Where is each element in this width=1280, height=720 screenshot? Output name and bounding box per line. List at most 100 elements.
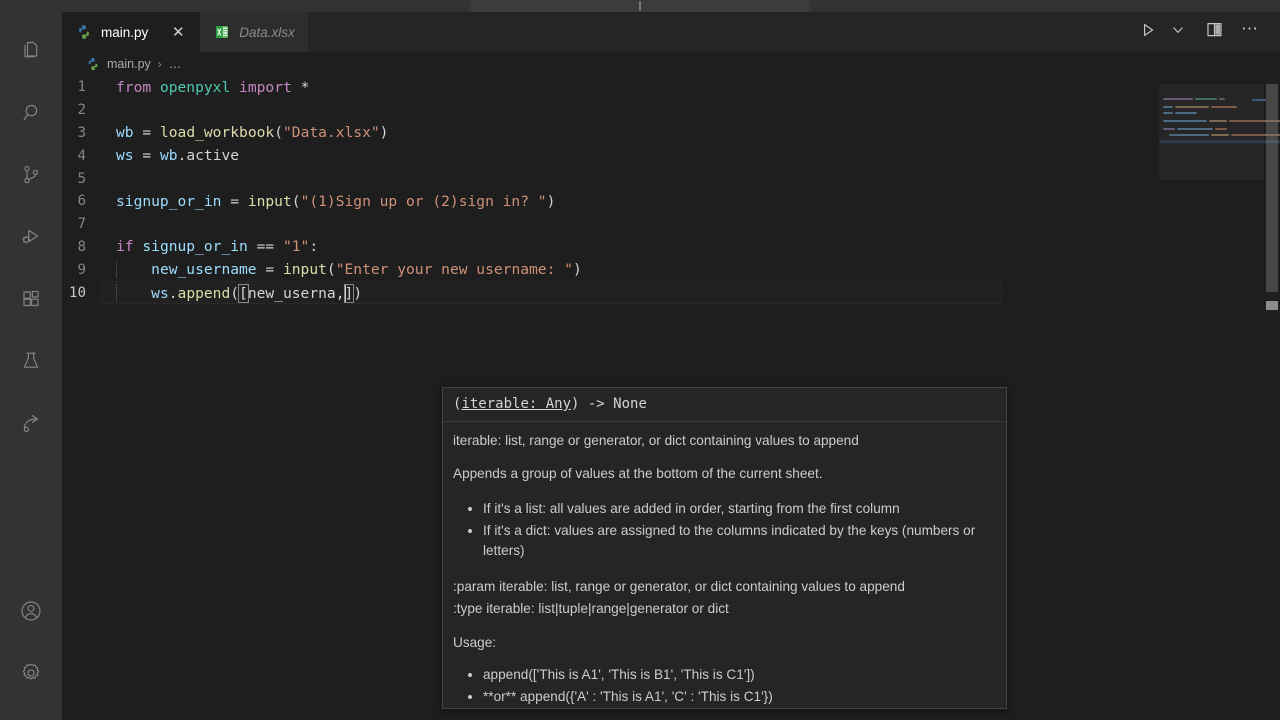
minimap-slider[interactable] [1159,84,1264,180]
code-token: ) [353,284,363,302]
more-actions-button[interactable]: ⋯ [1236,18,1264,46]
line-content[interactable]: signup_or_in = input("(1)Sign up or (2)s… [112,193,555,210]
code-line[interactable]: 6 signup_or_in = input("(1)Sign up or (2)… [62,190,1162,213]
code-token: wb [159,147,178,165]
chevron-down-icon [1170,22,1186,43]
search-icon [19,101,43,125]
hover-documentation: iterable: list, range or generator, or d… [443,422,1006,708]
code-line[interactable]: 2 [62,99,1162,122]
editor-vertical-scrollbar[interactable] [1264,76,1280,720]
line-number: 5 [77,170,86,187]
hover-param-block: :param iterable: list, range or generato… [453,576,996,620]
code-line[interactable]: 4 ws = wb.active [62,144,1162,167]
minimap-line [1175,106,1209,108]
hover-signature: (iterable: Any) -> None [443,388,1006,422]
hover-tooltip: (iterable: Any) -> None iterable: list, … [442,387,1007,709]
minimap-line [1163,98,1193,100]
code-token: signup_or_in [142,238,248,256]
code-token: ) [572,261,582,279]
code-token: ( [230,284,240,302]
sidebar-item-run-debug[interactable] [0,206,62,268]
minimap[interactable] [1159,76,1280,720]
hover-usage-label: Usage: [453,635,497,651]
minimap-line [1219,98,1225,100]
breadcrumb-separator: › [157,57,162,71]
minimap-line [1195,98,1217,100]
code-token: append [177,284,231,302]
line-number: 9 [77,261,86,278]
breadcrumb-overflow[interactable]: … [169,57,182,71]
code-editor[interactable]: 1 from openpyxl import * 2 3 wb = load_workb… [62,76,1280,720]
code-token: "(1)Sign up or (2)sign in? " [300,192,547,210]
sidebar-item-explorer[interactable] [0,20,62,82]
line-number: 10 [68,284,86,301]
minimap-line [1169,140,1203,142]
line-content[interactable]: ws = wb.active [112,147,239,164]
split-editor-button[interactable] [1200,18,1228,46]
breadcrumb: main.py › … [62,52,1280,76]
run-options-button[interactable] [1164,18,1192,46]
code-token: "Data.xlsx" [283,124,380,142]
hover-param-line: :param iterable: list, range or generato… [453,578,905,594]
code-line[interactable]: 8 if signup_or_in == "1": [62,236,1162,259]
line-content[interactable]: new_username = input("Enter your new use… [112,261,582,279]
tab-data-xlsx[interactable]: Data.xlsx [200,12,308,52]
files-icon [19,39,43,63]
code-line[interactable]: 5 [62,167,1162,190]
python-file-icon [86,57,100,71]
hover-type-line: :type iterable: list|tuple|range|generat… [453,600,729,616]
minimap-line [1163,120,1207,122]
line-content[interactable]: wb = load_workbook("Data.xlsx") [112,124,388,141]
sidebar-item-extensions[interactable] [0,268,62,330]
code-token: ) [379,124,389,142]
sidebar-item-source-control[interactable] [0,144,62,206]
line-number: 3 [77,124,86,141]
extensions-icon [19,287,43,311]
line-content[interactable]: from openpyxl import * [112,79,309,96]
code-token: input [282,261,327,279]
scrollbar-thumb[interactable] [1266,84,1278,292]
minimap-line [1163,106,1173,108]
run-python-file-button[interactable] [1134,18,1162,46]
share-arrow-icon [19,411,43,435]
code-token: "1" [282,238,310,256]
bracket-match: ] [343,283,355,303]
list-item: If it's a list: all values are added in … [483,499,996,519]
breadcrumb-file[interactable]: main.py [107,57,151,71]
code-line[interactable]: 7 [62,213,1162,236]
sidebar-item-remote[interactable] [0,392,62,454]
code-token: = [265,261,275,279]
line-number: 2 [77,102,86,119]
close-icon[interactable]: ✕ [169,23,187,41]
code-line[interactable]: 10 ws.append([new_userna,]) [62,281,1162,304]
sidebar-item-search[interactable] [0,82,62,144]
account-button[interactable] [0,580,62,642]
minimap-line [1211,106,1237,108]
indent-guide [116,283,117,302]
hover-paragraph-2: Appends a group of values at the bottom … [453,466,823,482]
line-content[interactable]: if signup_or_in == "1": [112,238,318,255]
tab-main-py[interactable]: main.py ✕ [62,12,201,52]
vscode-window: main.py ✕ Data.xlsx ⋯ main.py › … 1 from… [0,0,1280,720]
title-bar [0,0,1280,12]
activity-bar-bottom-group [0,580,62,720]
code-token: input [247,192,292,210]
code-token: if [116,238,134,256]
sidebar-item-testing[interactable] [0,330,62,392]
code-line[interactable]: 1 from openpyxl import * [62,76,1162,99]
code-token: * [300,78,310,96]
minimap-line [1177,128,1213,130]
excel-file-icon [214,24,230,40]
code-token: "Enter your new username: " [335,261,573,279]
code-line[interactable]: 3 wb = load_workbook("Data.xlsx") [62,122,1162,145]
line-content[interactable]: ws.append([new_userna,]) [112,283,363,303]
settings-button[interactable] [0,642,62,704]
code-line[interactable]: 9 new_username = input("Enter your new u… [62,258,1162,281]
bracket-match: [ [238,283,249,303]
